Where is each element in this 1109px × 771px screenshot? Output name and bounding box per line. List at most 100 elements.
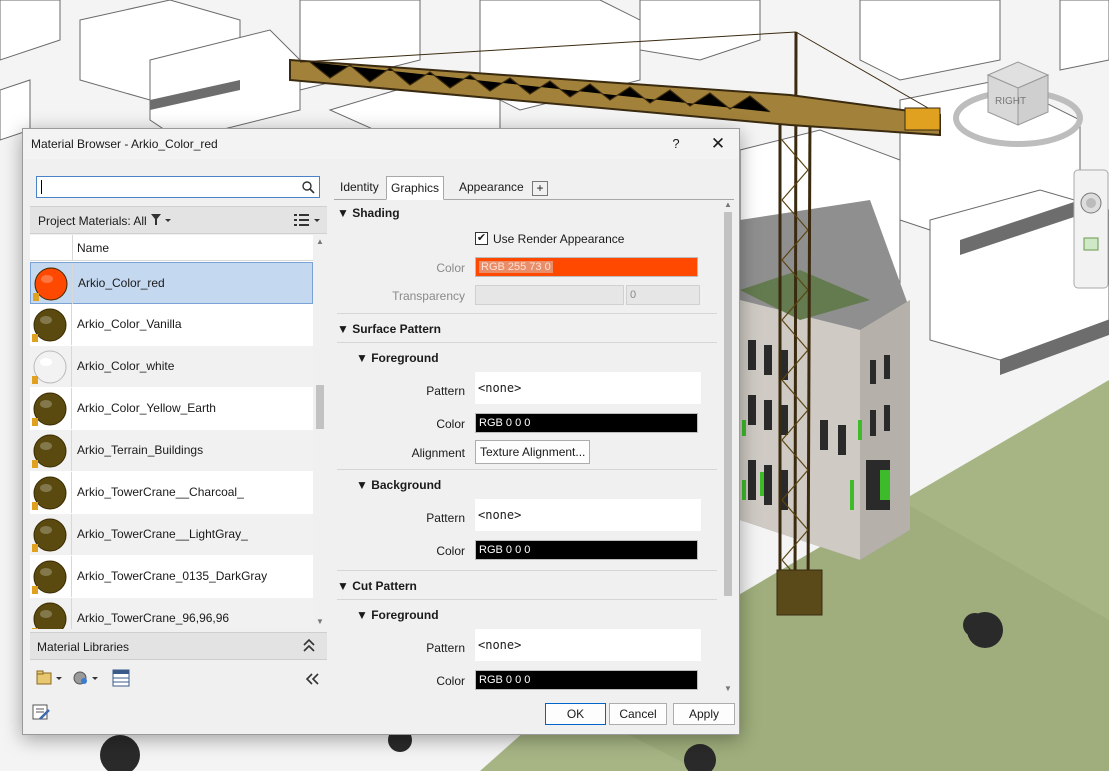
help-button[interactable]: ? [665, 134, 687, 154]
scroll-up-icon[interactable]: ▲ [724, 200, 732, 209]
surface-fg-alignment-label: Alignment [411, 446, 465, 460]
scroll-up-icon[interactable]: ▲ [316, 237, 324, 246]
cut-pattern-section-header[interactable]: ▼ Cut Pattern [337, 579, 417, 593]
cut-pattern-title: Cut Pattern [352, 579, 417, 593]
materials-list[interactable]: Name Arkio_Color_red Arkio_Color_Vanilla A… [30, 235, 327, 629]
cut-fg-pattern-label: Pattern [426, 641, 465, 655]
surface-bg-color-label: Color [436, 544, 465, 558]
material-name: Arkio_Terrain_Buildings [77, 443, 204, 457]
tab-appearance[interactable]: Appearance [455, 176, 528, 200]
texture-alignment-button[interactable]: Texture Alignment... [475, 440, 591, 464]
surface-fg-pattern-field[interactable]: <none> [475, 372, 701, 404]
material-name: Arkio_Color_Vanilla [77, 317, 182, 331]
divider [337, 599, 717, 600]
surface-fg-color-field[interactable]: RGB 0 0 0 [475, 413, 698, 433]
material-name: Arkio_TowerCrane__LightGray_ [77, 527, 248, 541]
scroll-thumb[interactable] [724, 212, 732, 596]
shading-color-label: Color [436, 261, 465, 275]
divider [337, 342, 717, 343]
transparency-label: Transparency [392, 289, 465, 303]
divider [337, 570, 717, 571]
search-icon[interactable] [301, 180, 315, 194]
material-swatch-icon [30, 430, 72, 471]
project-materials-label[interactable]: Project Materials: All [38, 214, 147, 228]
close-button[interactable]: ✕ [705, 132, 731, 156]
material-name: Arkio_Color_red [78, 276, 165, 290]
surface-pattern-title: Surface Pattern [352, 322, 441, 336]
transparency-slider[interactable] [475, 285, 624, 305]
collapse-left-icon[interactable] [304, 672, 320, 686]
surface-foreground-header[interactable]: ▼ Foreground [356, 351, 439, 365]
material-row[interactable]: Arkio_Color_white [30, 346, 313, 388]
surface-bg-pattern-field[interactable]: <none> [475, 499, 701, 531]
material-swatch-icon [30, 304, 72, 345]
material-browser-dialog: Material Browser - Arkio_Color_red ? ✕ P… [22, 128, 740, 735]
surface-foreground-title: Foreground [371, 351, 439, 365]
material-swatch-icon [30, 556, 72, 597]
scroll-thumb[interactable] [316, 385, 324, 429]
tab-identity[interactable]: Identity [336, 176, 383, 200]
surface-pattern-section-header[interactable]: ▼ Surface Pattern [337, 322, 441, 336]
list-scrollbar[interactable]: ▲ ▼ [313, 235, 327, 629]
cut-fg-color-label: Color [436, 674, 465, 688]
material-row[interactable]: Arkio_Color_red [30, 262, 313, 304]
surface-fg-color-label: Color [436, 417, 465, 431]
scroll-down-icon[interactable]: ▼ [316, 617, 324, 626]
material-row[interactable]: Arkio_TowerCrane__Charcoal_ [30, 472, 313, 514]
name-column-header[interactable]: Name [72, 235, 109, 261]
material-row[interactable]: Arkio_TowerCrane_96,96,96 [30, 598, 313, 629]
material-editor-toggle-icon[interactable] [32, 704, 52, 722]
material-name: Arkio_Color_white [77, 359, 175, 373]
material-swatch-icon [30, 472, 72, 513]
cut-fg-pattern-field[interactable]: <none> [475, 629, 701, 661]
material-name: Arkio_TowerCrane_0135_DarkGray [77, 569, 268, 583]
surface-fg-pattern-label: Pattern [426, 384, 465, 398]
properties-scrollbar[interactable]: ▲ ▼ [722, 200, 734, 694]
title-bar: Material Browser - Arkio_Color_red ? ✕ [23, 129, 739, 159]
material-row[interactable]: Arkio_Terrain_Buildings [30, 430, 313, 472]
properties-panel: Identity Graphics Appearance + ▼ Shading… [334, 169, 734, 694]
shading-title: Shading [352, 206, 400, 220]
scroll-down-icon[interactable]: ▼ [724, 684, 732, 693]
material-row[interactable]: Arkio_Color_Vanilla [30, 304, 313, 346]
shading-color-value: RGB 255 73 0 [479, 261, 553, 273]
cut-foreground-title: Foreground [371, 608, 439, 622]
asset-browser-icon[interactable] [112, 669, 130, 687]
library-toolbar [30, 664, 327, 694]
cut-fg-color-field[interactable]: RGB 0 0 0 [475, 670, 698, 690]
cut-foreground-header[interactable]: ▼ Foreground [356, 608, 439, 622]
material-swatch-icon [30, 514, 72, 555]
material-name: Arkio_Color_Yellow_Earth [77, 401, 216, 415]
tab-bar: Identity Graphics Appearance + [334, 176, 734, 200]
surface-background-header[interactable]: ▼ Background [356, 478, 441, 492]
ok-button[interactable]: OK [545, 703, 606, 725]
divider [337, 469, 717, 470]
material-libraries-bar[interactable]: Material Libraries [30, 632, 327, 660]
transparency-value[interactable]: 0 [626, 285, 700, 305]
expand-libraries-icon[interactable] [302, 637, 316, 655]
add-tab-button[interactable]: + [532, 181, 548, 196]
surface-bg-color-field[interactable]: RGB 0 0 0 [475, 540, 698, 560]
list-view-icon[interactable] [293, 213, 321, 227]
use-render-appearance-label: Use Render Appearance [493, 232, 625, 246]
shading-color-field[interactable]: RGB 255 73 0 [475, 257, 698, 277]
view-cube-face-label: RIGHT [995, 96, 1026, 107]
create-material-icon[interactable] [72, 670, 100, 686]
material-row[interactable]: Arkio_TowerCrane_0135_DarkGray [30, 556, 313, 598]
use-render-appearance-checkbox[interactable]: ✔ [475, 232, 488, 245]
apply-button[interactable]: Apply [673, 703, 735, 725]
material-swatch-icon [31, 263, 73, 304]
divider [337, 313, 717, 314]
material-row[interactable]: Arkio_TowerCrane__LightGray_ [30, 514, 313, 556]
material-name: Arkio_TowerCrane_96,96,96 [77, 611, 230, 625]
tab-graphics[interactable]: Graphics [386, 176, 445, 200]
search-input[interactable] [36, 176, 320, 198]
navigation-bar[interactable] [1073, 169, 1109, 289]
material-row[interactable]: Arkio_Color_Yellow_Earth [30, 388, 313, 430]
library-folder-icon[interactable] [36, 670, 64, 686]
shading-section-header[interactable]: ▼ Shading [337, 206, 400, 220]
surface-background-title: Background [371, 478, 442, 492]
filter-icon[interactable] [150, 213, 172, 227]
project-materials-bar: Project Materials: All [30, 206, 327, 234]
cancel-button[interactable]: Cancel [609, 703, 667, 725]
